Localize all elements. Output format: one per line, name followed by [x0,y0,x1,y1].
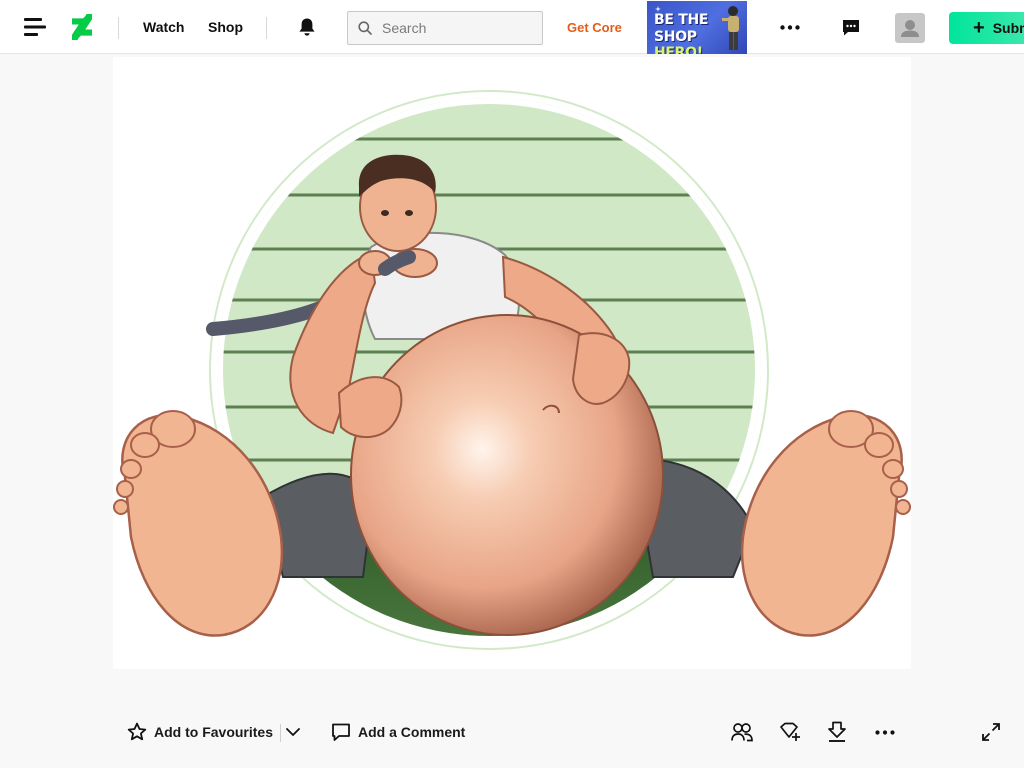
sparkle-icon [655,6,661,12]
nav-watch-link[interactable]: Watch [143,0,184,54]
menu-icon[interactable] [24,0,48,54]
shop-hero-ad-banner[interactable]: BE THE SHOP HERO! [647,1,747,54]
more-icon[interactable] [780,0,802,54]
add-to-favourites-label: Add to Favourites [154,724,274,740]
watchers-icon [731,723,753,742]
expand-icon [982,723,1000,741]
ad-text-line1: BE THE [654,12,709,28]
add-comment-button[interactable]: Add a Comment [331,710,465,754]
badge-icon [780,722,800,741]
collections-dropdown-toggle[interactable] [286,710,302,754]
favourites-divider [280,724,281,742]
submit-button[interactable]: + Submit [949,12,1024,44]
search-box[interactable] [347,11,543,45]
download-button[interactable] [827,710,847,754]
add-comment-label: Add a Comment [358,724,466,740]
artwork-illustration [113,90,911,650]
expand-button[interactable] [981,710,1001,754]
nav-shop-link[interactable]: Shop [208,0,243,54]
avatar-icon[interactable] [895,13,925,43]
ad-character-figure [722,6,739,50]
ad-text-shop: SHOP [654,29,697,45]
plus-icon: + [973,17,985,39]
top-navigation-bar: Watch Shop Get Core BE THE SHOP HERO! [0,0,1024,54]
nav-divider [118,17,119,39]
artwork-image[interactable] [113,57,911,669]
submit-label: Submit [992,20,1024,36]
more-icon [875,729,895,735]
get-core-link[interactable]: Get Core [567,0,622,54]
comment-icon [332,723,350,741]
watchers-button[interactable] [731,710,753,754]
deviation-action-bar: Add to Favourites Add a Comment [0,710,1024,754]
chevron-down-icon [286,728,300,736]
bell-icon[interactable] [297,0,319,54]
chat-icon[interactable] [842,0,862,54]
search-input[interactable] [380,19,534,37]
deviantart-logo[interactable] [72,0,98,54]
give-badge-button[interactable] [779,710,801,754]
search-icon [358,21,372,35]
add-to-favourites-button[interactable]: Add to Favourites [127,710,273,754]
download-icon [828,721,846,742]
ad-text-hero: HERO! [654,45,703,54]
more-options-button[interactable] [875,710,895,754]
nav-divider [266,17,267,39]
star-icon [127,722,147,741]
